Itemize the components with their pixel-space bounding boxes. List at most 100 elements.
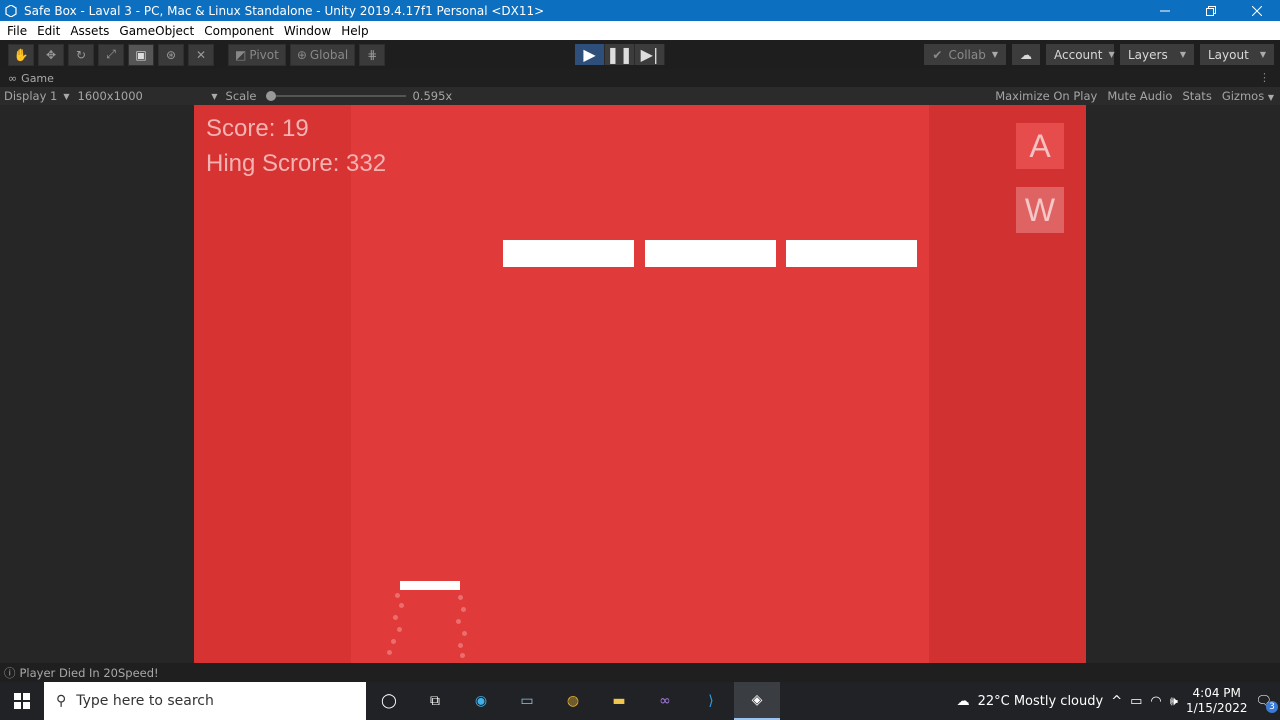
transform-tool-button[interactable]: ⊛ (158, 43, 184, 66)
mute-audio-toggle[interactable]: Mute Audio (1107, 89, 1172, 103)
more-options-icon[interactable]: ⋮ (1259, 71, 1270, 84)
resolution-dropdown[interactable]: 1600x1000 ▼ (74, 89, 222, 103)
layout-dropdown[interactable]: Layout ▼ (1200, 44, 1274, 65)
menu-assets[interactable]: Assets (65, 24, 114, 38)
weather-text[interactable]: 22°C Mostly cloudy (978, 694, 1104, 709)
menu-gameobject[interactable]: GameObject (114, 24, 199, 38)
game-canvas[interactable]: Score: 19 Hing Scrore: 332 A W (194, 105, 1086, 663)
account-dropdown[interactable]: Account ▼ (1046, 44, 1115, 65)
scale-tool-button[interactable]: ⤢ (98, 43, 124, 66)
global-toggle[interactable]: ⊕ Global (289, 43, 356, 66)
collab-button[interactable]: ✔ Collab ▼ (924, 44, 1006, 65)
game-tab-row: ∞ Game ⋮ (0, 69, 1280, 87)
volume-icon[interactable]: 🕪 (1170, 694, 1178, 709)
chevron-down-icon: ▼ (1179, 50, 1186, 59)
restore-icon (1206, 5, 1216, 16)
scale-control: Scale 0.595x (222, 89, 457, 103)
game-controller-icon: ∞ (8, 71, 18, 85)
system-tray: ☁ 22°C Mostly cloudy ^ ▭ ◠ 🕪 4:04 PM 1/1… (957, 682, 1280, 720)
window-title: Safe Box - Laval 3 - PC, Mac & Linux Sta… (24, 3, 545, 18)
particle (393, 615, 398, 620)
pivot-toggle[interactable]: ◩ Pivot (228, 43, 286, 66)
move-icon: ✥ (45, 47, 57, 62)
task-view-button[interactable]: ⧉ (412, 682, 458, 720)
vscode-button[interactable]: ⟩ (688, 682, 734, 720)
clock-time: 4:04 PM (1192, 686, 1241, 700)
chevron-down-icon: ▼ (1259, 50, 1266, 59)
clock[interactable]: 4:04 PM 1/15/2022 (1186, 686, 1248, 716)
custom-tool-button[interactable]: ✕ (188, 43, 214, 66)
obstacle-block (503, 240, 634, 267)
rect-tool-button[interactable]: ▣ (128, 43, 154, 66)
pause-button[interactable]: ❚❚ (605, 44, 635, 65)
chevron-down-icon: ▼ (63, 91, 70, 101)
edge-icon: ◉ (474, 693, 488, 709)
gizmos-dropdown[interactable]: Gizmos ▼ (1222, 89, 1274, 103)
battery-icon[interactable]: ▭ (1130, 694, 1142, 709)
check-icon: ✔ (932, 47, 943, 62)
step-icon: ▶| (640, 45, 659, 64)
game-view-bar: Display 1 ▼ 1600x1000 ▼ Scale 0.595x Max… (0, 87, 1280, 105)
minimize-button[interactable] (1142, 0, 1188, 21)
layers-dropdown[interactable]: Layers ▼ (1120, 44, 1194, 65)
stats-toggle[interactable]: Stats (1182, 89, 1211, 103)
play-icon: ▶ (583, 45, 596, 64)
unity-icon: ◈ (751, 692, 763, 708)
hand-tool-button[interactable]: ✋ (8, 43, 34, 66)
console-status-bar[interactable]: ⓘ Player Died In 20Speed! (0, 663, 1280, 682)
a-button[interactable]: A (1016, 123, 1064, 169)
particle (462, 631, 467, 636)
start-button[interactable] (0, 682, 44, 720)
step-button[interactable]: ▶| (635, 44, 665, 65)
notification-button[interactable]: 🗨 3 (1255, 694, 1278, 713)
display-dropdown[interactable]: Display 1 ▼ (0, 89, 74, 103)
play-controls: ▶ ❚❚ ▶| (575, 44, 665, 65)
maximize-on-play-toggle[interactable]: Maximize On Play (995, 89, 1097, 103)
chevron-up-icon[interactable]: ^ (1111, 694, 1122, 709)
particle (461, 607, 466, 612)
scale-slider-knob[interactable] (266, 91, 277, 101)
rotate-tool-button[interactable]: ↻ (68, 43, 94, 66)
account-label: Account (1054, 47, 1103, 62)
tab-game[interactable]: Game (21, 72, 54, 85)
file-explorer-button[interactable]: ▬ (596, 682, 642, 720)
grid-snap-button[interactable]: ⋕ (359, 43, 386, 66)
particle (399, 603, 404, 608)
clock-date: 1/15/2022 (1185, 701, 1248, 715)
restore-button[interactable] (1188, 0, 1234, 21)
minimize-icon (1160, 10, 1170, 11)
chrome-button[interactable]: ◍ (550, 682, 596, 720)
play-button[interactable]: ▶ (575, 44, 605, 65)
close-icon (1252, 5, 1262, 16)
particle (395, 593, 400, 598)
menu-window[interactable]: Window (279, 24, 336, 38)
rect-icon: ▣ (135, 47, 147, 62)
move-tool-button[interactable]: ✥ (38, 43, 64, 66)
tools-icon: ✕ (195, 47, 207, 62)
remote-desktop-button[interactable]: ▭ (504, 682, 550, 720)
menu-file[interactable]: File (2, 24, 32, 38)
vscode-icon: ⟩ (708, 693, 714, 709)
cortana-icon: ◯ (381, 693, 397, 709)
cloud-button[interactable]: ☁ (1012, 44, 1040, 65)
cortana-button[interactable]: ◯ (366, 682, 412, 720)
w-button[interactable]: W (1016, 187, 1064, 233)
menu-edit[interactable]: Edit (32, 24, 65, 38)
particle (458, 643, 463, 648)
windows-taskbar: ⚲ Type here to search ◯ ⧉ ◉ ▭ ◍ ▬ ∞ ⟩ ◈ … (0, 682, 1280, 720)
unity-logo-icon (4, 4, 18, 18)
visual-studio-button[interactable]: ∞ (642, 682, 688, 720)
taskbar-search[interactable]: ⚲ Type here to search (44, 682, 366, 720)
obstacle-block (645, 240, 776, 267)
gizmos-label: Gizmos (1221, 89, 1265, 103)
close-button[interactable] (1234, 0, 1280, 21)
globe-icon: ⊕ (296, 47, 307, 62)
layout-label: Layout (1208, 47, 1249, 62)
rotate-icon: ↻ (75, 47, 87, 62)
scale-slider[interactable] (266, 91, 407, 101)
menu-component[interactable]: Component (199, 24, 279, 38)
wifi-icon[interactable]: ◠ (1150, 694, 1161, 709)
edge-button[interactable]: ◉ (458, 682, 504, 720)
unity-taskbar-button[interactable]: ◈ (734, 682, 780, 720)
menu-help[interactable]: Help (336, 24, 373, 38)
